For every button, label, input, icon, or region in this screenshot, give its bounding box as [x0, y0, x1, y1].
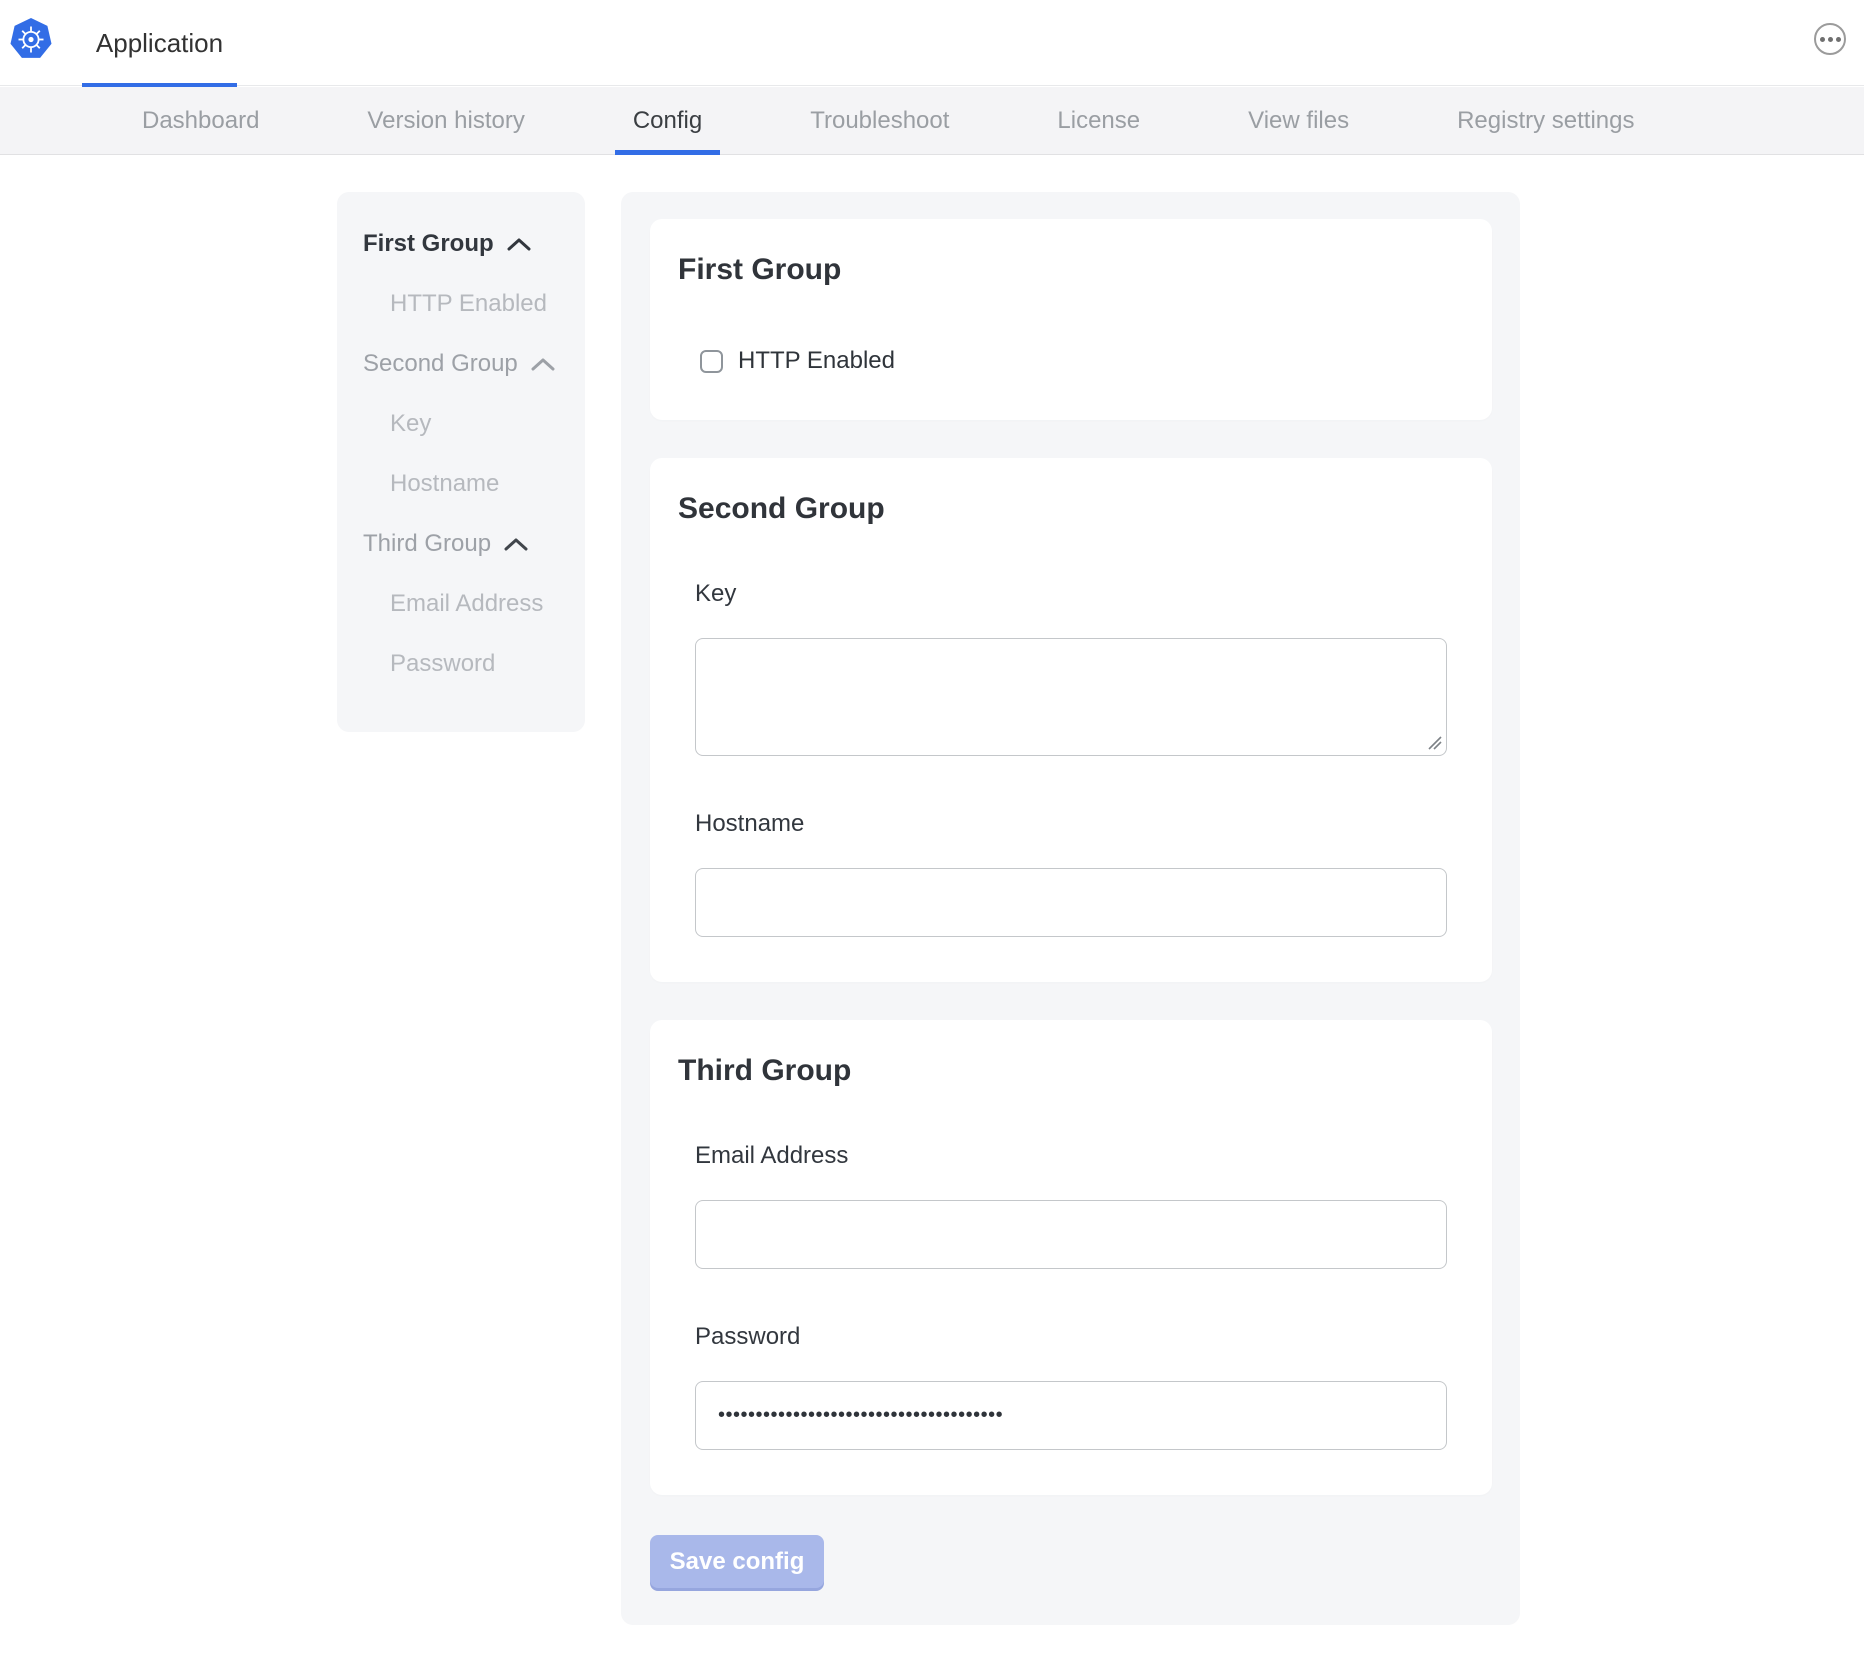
tab-troubleshoot[interactable]: Troubleshoot [810, 87, 949, 154]
hostname-input[interactable] [695, 868, 1447, 937]
ellipsis-menu-button[interactable] [1814, 23, 1846, 55]
config-content: First Group HTTP Enabled Second Group Key Ho… [0, 156, 1864, 1680]
ellipsis-dot [1820, 37, 1825, 42]
app-nav-tabs: Dashboard Version history Config Troublesho… [0, 87, 1864, 155]
chevron-up-icon [506, 237, 532, 252]
sidebar-item-label: HTTP Enabled [390, 290, 547, 318]
app-tab-application[interactable]: Application [82, 0, 237, 86]
textarea-wrap [695, 638, 1447, 756]
tab-registry-settings[interactable]: Registry settings [1457, 87, 1634, 154]
tab-view-files[interactable]: View files [1248, 87, 1349, 154]
group-title: Third Group [678, 1053, 1447, 1088]
sidebar-item-http-enabled[interactable]: HTTP Enabled [337, 274, 585, 334]
app-header: Application [0, 0, 1864, 86]
email-address-input[interactable] [695, 1200, 1447, 1269]
field-label: Email Address [695, 1144, 1447, 1168]
group-title: Second Group [678, 491, 1447, 526]
sidebar-item-first-group[interactable]: First Group [337, 214, 585, 274]
field-label: Key [695, 582, 1447, 606]
sidebar-item-label: Key [390, 410, 431, 438]
sidebar-item-hostname[interactable]: Hostname [337, 454, 585, 514]
field-label: Hostname [695, 812, 1447, 836]
config-outline-sidebar: First Group HTTP Enabled Second Group Key Ho… [337, 192, 585, 732]
sidebar-item-password[interactable]: Password [337, 634, 585, 694]
field-email-address: Email Address [695, 1144, 1447, 1269]
save-config-button[interactable]: Save config [650, 1535, 824, 1588]
tab-config[interactable]: Config [633, 87, 702, 154]
field-key: Key [695, 582, 1447, 756]
sidebar-item-label: Hostname [390, 470, 499, 498]
tab-version-history[interactable]: Version history [367, 87, 524, 154]
ellipsis-dot [1828, 37, 1833, 42]
sidebar-item-label: Email Address [390, 590, 543, 618]
field-http-enabled: HTTP Enabled [695, 347, 1447, 375]
config-groups: First Group HTTP Enabled Second Group Key Ho… [650, 219, 1492, 1495]
chevron-up-icon [530, 357, 556, 372]
sidebar-item-second-group[interactable]: Second Group [337, 334, 585, 394]
config-group-card-third-group: Third Group Email Address Password [650, 1020, 1492, 1495]
config-main-panel: First Group HTTP Enabled Second Group Key Ho… [621, 192, 1520, 1625]
tab-license[interactable]: License [1057, 87, 1140, 154]
field-label: Password [695, 1325, 1447, 1349]
admin-console-page: Application Dashboard Version history Conf… [0, 0, 1864, 1680]
sidebar-item-third-group[interactable]: Third Group [337, 514, 585, 574]
field-hostname: Hostname [695, 812, 1447, 937]
sidebar-item-label: Second Group [363, 350, 518, 378]
sidebar-item-label: Third Group [363, 530, 491, 558]
sidebar-item-key[interactable]: Key [337, 394, 585, 454]
sidebar-item-label: Password [390, 650, 495, 678]
field-password: Password [695, 1325, 1447, 1450]
key-textarea[interactable] [695, 638, 1447, 756]
kubernetes-logo-icon [10, 17, 52, 63]
group-title: First Group [678, 252, 1447, 287]
config-group-card-first-group: First Group HTTP Enabled [650, 219, 1492, 420]
config-group-card-second-group: Second Group Key Hostname [650, 458, 1492, 982]
chevron-up-icon [503, 537, 529, 552]
tab-dashboard[interactable]: Dashboard [142, 87, 259, 154]
http-enabled-checkbox[interactable] [700, 350, 723, 373]
password-input[interactable] [695, 1381, 1447, 1450]
app-tab-label: Application [96, 28, 223, 59]
ellipsis-dot [1836, 37, 1841, 42]
checkbox-label: HTTP Enabled [738, 347, 895, 375]
sidebar-item-email-address[interactable]: Email Address [337, 574, 585, 634]
sidebar-item-label: First Group [363, 230, 494, 258]
